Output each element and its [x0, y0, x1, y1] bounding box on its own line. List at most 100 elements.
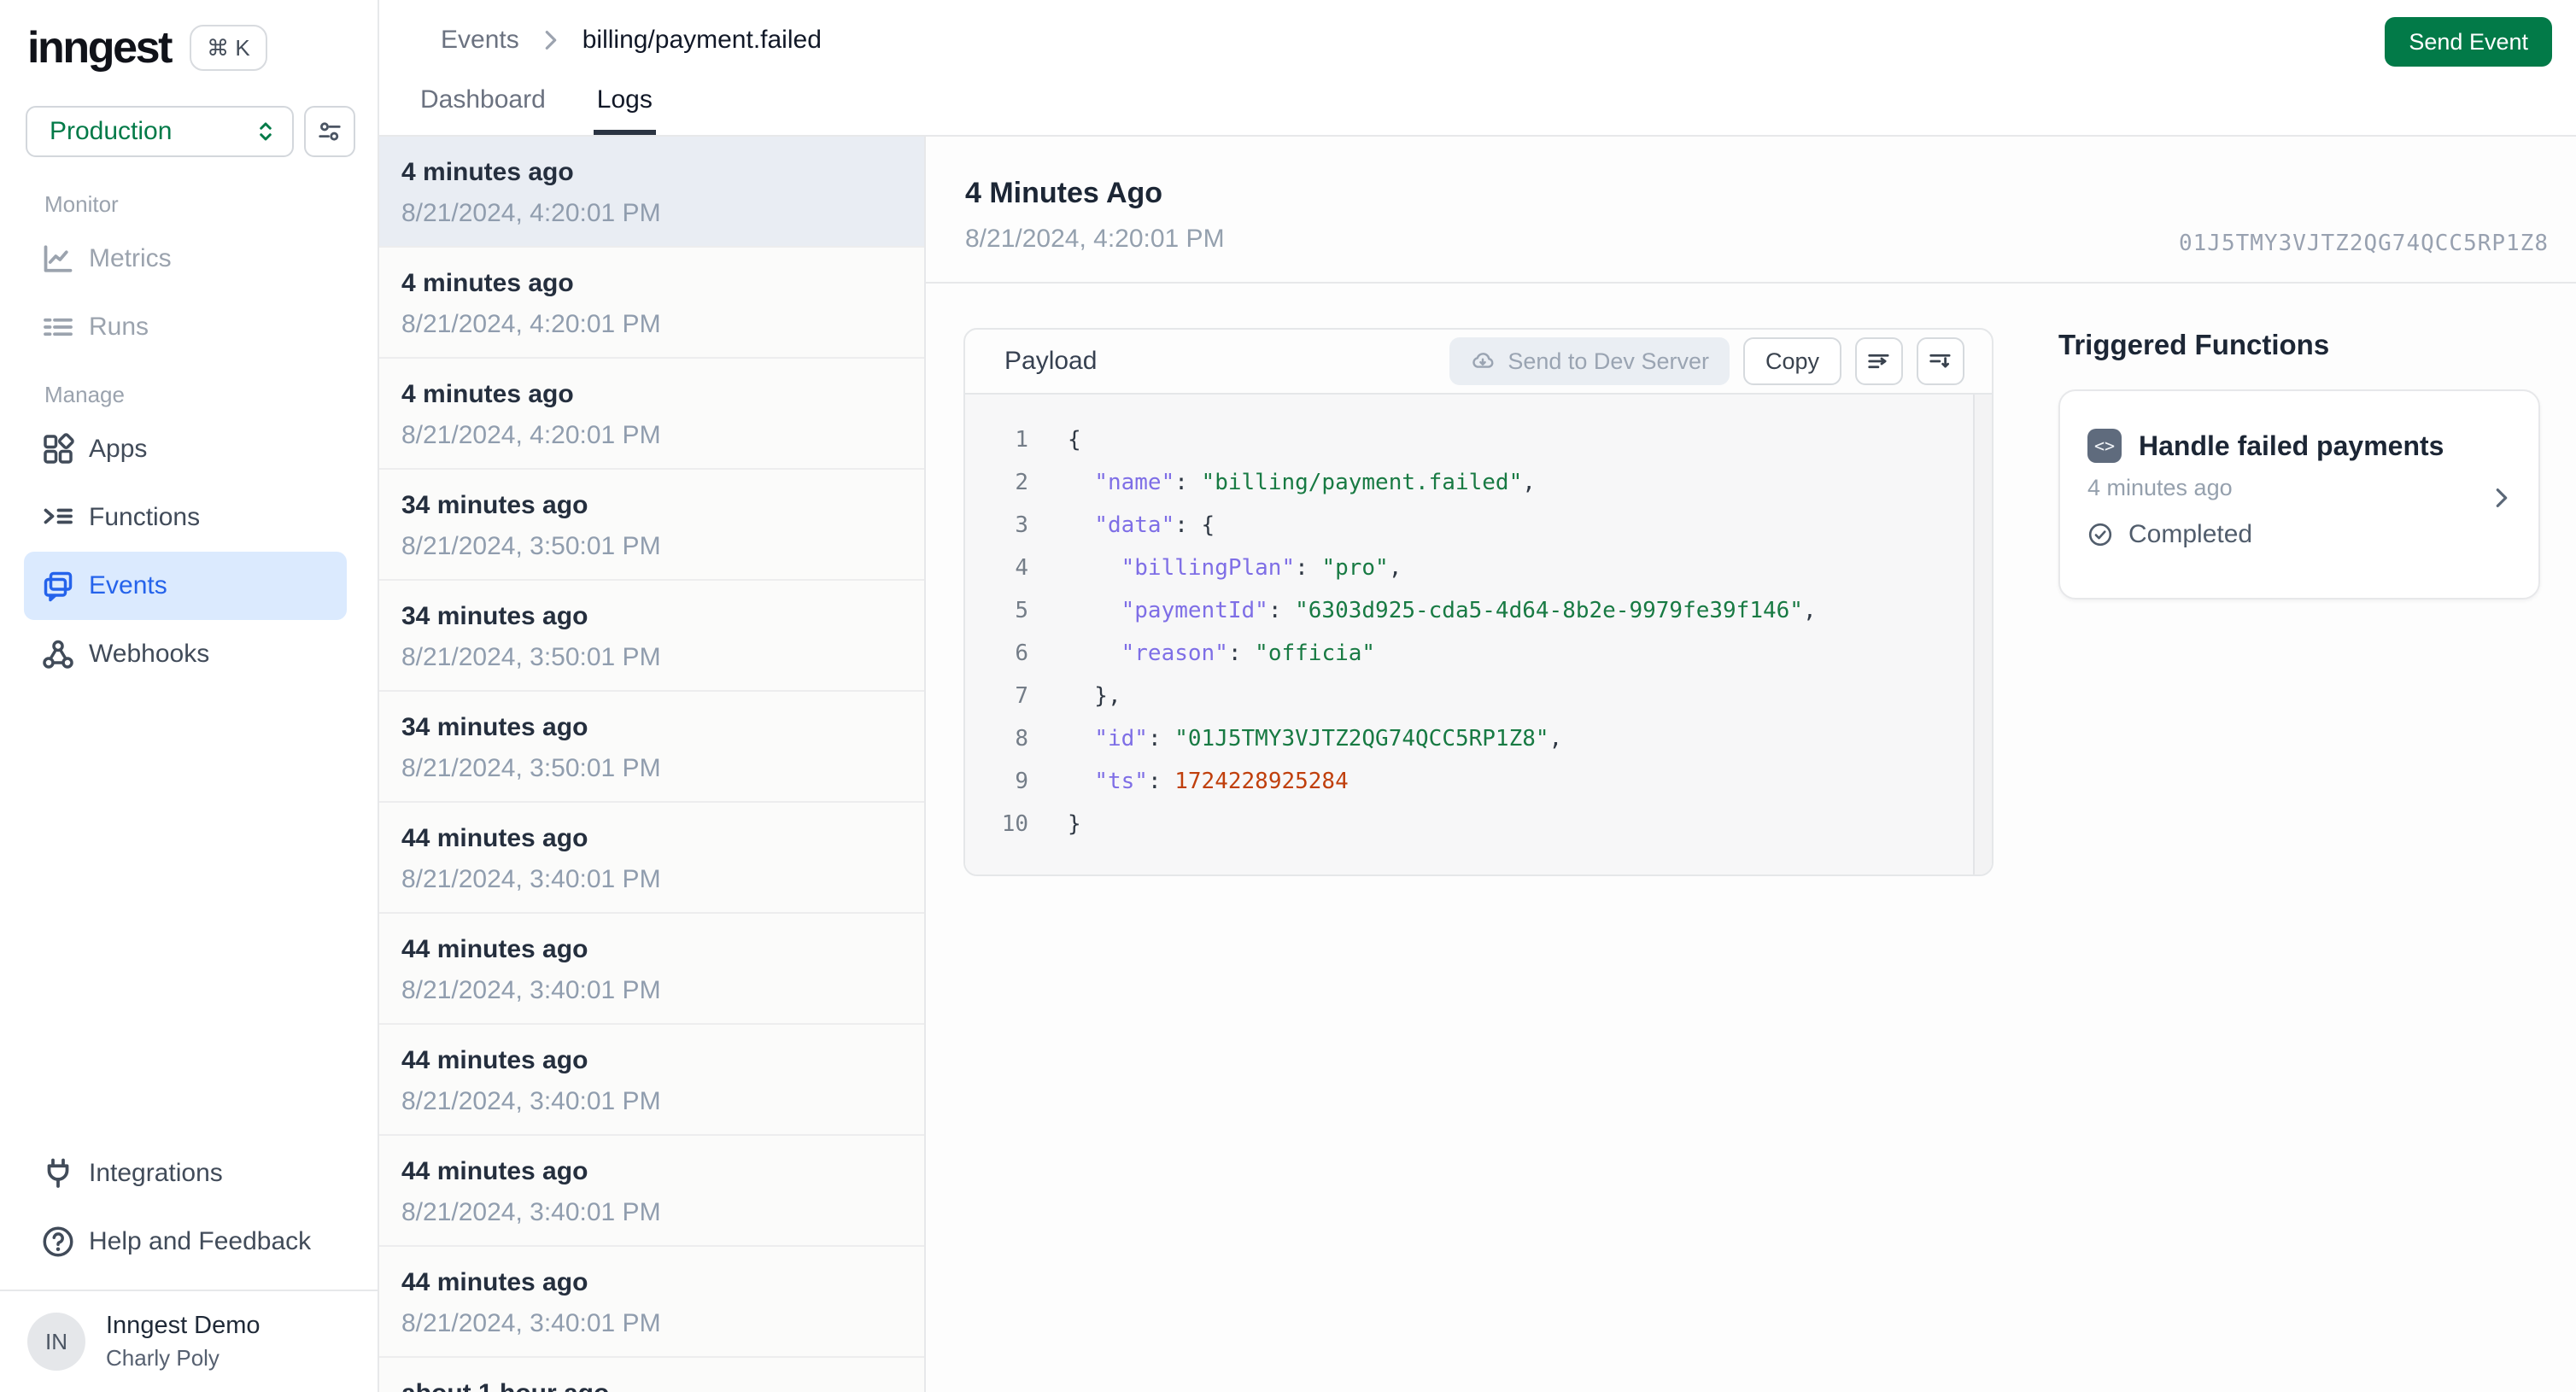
json-key: "ts": [1094, 769, 1148, 794]
environment-settings-button[interactable]: [304, 106, 355, 157]
json-punctuation: :: [1174, 470, 1202, 495]
line-number: 6: [1015, 640, 1028, 666]
event-list-item[interactable]: 4 minutes ago 8/21/2024, 4:20:01 PM: [379, 137, 924, 248]
tab-dashboard[interactable]: Dashboard: [417, 85, 549, 135]
user-org: Inngest Demo: [106, 1312, 261, 1339]
line-number: 1: [1015, 427, 1028, 453]
line-wrap-button[interactable]: [1917, 337, 1964, 385]
send-to-dev-server-button[interactable]: Send to Dev Server: [1449, 337, 1730, 385]
wrap-text-button[interactable]: [1855, 337, 1903, 385]
code-line: 5 "paymentId": "6303d925-cda5-4d64-8b2e-…: [965, 589, 1992, 632]
integrations-icon: [41, 1156, 75, 1190]
app: inngest ⌘ K Production Monitor Metrics R…: [0, 0, 2576, 1392]
event-list-item[interactable]: 44 minutes ago 8/21/2024, 3:40:01 PM: [379, 1247, 924, 1358]
breadcrumb-chevron-icon: [538, 27, 564, 53]
topbar: Events billing/payment.failed Dashboard L…: [379, 0, 2576, 137]
json-punctuation: ,: [1549, 726, 1563, 752]
json-punctuation: [1068, 470, 1094, 495]
event-list-item-date: 8/21/2024, 3:40:01 PM: [401, 1198, 661, 1226]
json-punctuation: [1068, 512, 1094, 538]
cloud-download-icon: [1470, 348, 1496, 374]
environment-selector[interactable]: Production: [26, 106, 294, 157]
json-number: 1724228925284: [1174, 769, 1349, 794]
sidebar-item-integrations[interactable]: Integrations: [24, 1139, 347, 1208]
json-key: "billingPlan": [1121, 555, 1296, 581]
code-line: 10 }: [965, 803, 1992, 845]
event-list-item-date: 8/21/2024, 3:40:01 PM: [401, 865, 661, 893]
sidebar-item-apps[interactable]: Apps: [24, 415, 347, 483]
user-menu[interactable]: IN Inngest Demo Charly Poly: [0, 1291, 378, 1392]
line-number: 7: [1015, 683, 1028, 709]
json-punctuation: },: [1068, 683, 1121, 709]
sliders-icon: [317, 119, 342, 144]
copy-button[interactable]: Copy: [1742, 337, 1841, 385]
json-punctuation: :: [1147, 726, 1175, 752]
sidebar-item-help-and-feedback[interactable]: Help and Feedback: [24, 1208, 347, 1276]
event-list-item-time: 4 minutes ago: [401, 269, 574, 297]
command-k-shortcut[interactable]: ⌘ K: [190, 25, 267, 71]
event-list-item[interactable]: about 1 hour ago: [379, 1358, 924, 1392]
line-number: 9: [1015, 769, 1028, 794]
code-line: 2 "name": "billing/payment.failed",: [965, 461, 1992, 504]
avatar-initials: IN: [45, 1328, 67, 1354]
json-punctuation: ,: [1802, 598, 1817, 623]
json-string: "officia": [1255, 640, 1376, 666]
event-list-item[interactable]: 34 minutes ago 8/21/2024, 3:50:01 PM: [379, 692, 924, 803]
event-list-item-time: about 1 hour ago: [401, 1377, 897, 1392]
help-icon: [41, 1225, 75, 1259]
code-line: 8 "id": "01J5TMY3VJTZ2QG74QCC5RP1Z8",: [965, 717, 1992, 760]
line-number: 8: [1015, 726, 1028, 752]
main: Events billing/payment.failed Dashboard L…: [379, 0, 2576, 1392]
apps-icon: [41, 432, 75, 466]
send-to-dev-server-label: Send to Dev Server: [1508, 348, 1709, 374]
json-punctuation: :: [1227, 640, 1256, 666]
payload-card-header: Payload Send to Dev Server Copy: [965, 330, 1992, 395]
event-log-list[interactable]: 4 minutes ago 8/21/2024, 4:20:01 PM 4 mi…: [379, 137, 926, 1392]
code-line: 9 "ts": 1724228925284: [965, 760, 1992, 803]
event-list-item[interactable]: 34 minutes ago 8/21/2024, 3:50:01 PM: [379, 581, 924, 692]
event-list-item[interactable]: 44 minutes ago 8/21/2024, 3:40:01 PM: [379, 914, 924, 1025]
json-string: "6303d925-cda5-4d64-8b2e-9979fe39f146": [1295, 598, 1803, 623]
json-string: "billing/payment.failed": [1201, 470, 1523, 495]
sidebar-item-events[interactable]: Events: [24, 552, 347, 620]
event-list-item[interactable]: 34 minutes ago 8/21/2024, 3:50:01 PM: [379, 470, 924, 581]
json-key: "id": [1094, 726, 1148, 752]
command-k-label: ⌘ K: [207, 34, 250, 61]
send-event-button[interactable]: Send Event: [2385, 17, 2552, 67]
breadcrumb-events-link[interactable]: Events: [441, 26, 519, 55]
json-key: "paymentId": [1121, 598, 1268, 623]
chevron-right-icon[interactable]: [2489, 485, 2515, 511]
sidebar-item-metrics[interactable]: Metrics: [24, 225, 347, 293]
webhooks-icon: [41, 637, 75, 671]
triggered-function-time: 4 minutes ago: [2087, 475, 2233, 500]
event-list-item[interactable]: 4 minutes ago 8/21/2024, 4:20:01 PM: [379, 359, 924, 470]
json-punctuation: [1068, 555, 1121, 581]
event-detail-header: 4 Minutes Ago 8/21/2024, 4:20:01 PM 01J5…: [926, 137, 2576, 284]
inngest-logo[interactable]: inngest: [27, 22, 173, 73]
event-list-item[interactable]: 44 minutes ago 8/21/2024, 3:40:01 PM: [379, 803, 924, 914]
event-list-item-time: 44 minutes ago: [401, 1046, 588, 1074]
sidebar: inngest ⌘ K Production Monitor Metrics R…: [0, 0, 379, 1392]
line-number: 5: [1015, 598, 1028, 623]
json-key: "data": [1094, 512, 1175, 538]
code-line: 3 "data": {: [965, 504, 1992, 547]
sidebar-item-functions[interactable]: Functions: [24, 483, 347, 552]
tab-logs[interactable]: Logs: [593, 85, 656, 135]
sidebar-item-runs[interactable]: Runs: [24, 293, 347, 361]
event-list-item-time: 44 minutes ago: [401, 1157, 588, 1185]
environment-row: Production: [0, 73, 378, 157]
sidebar-item-webhooks[interactable]: Webhooks: [24, 620, 347, 688]
sidebar-item-label: Events: [89, 571, 167, 599]
triggered-function-card[interactable]: <> Handle failed payments 4 minutes ago …: [2058, 389, 2540, 599]
event-list-item[interactable]: 44 minutes ago 8/21/2024, 3:40:01 PM: [379, 1136, 924, 1247]
function-code-icon: <>: [2087, 429, 2122, 463]
line-number: 3: [1015, 512, 1028, 538]
payload-code[interactable]: 1 { 2 "name": "billing/payment.failed", …: [965, 395, 1992, 874]
tabs: Dashboard Logs: [417, 85, 656, 135]
event-list-item[interactable]: 4 minutes ago 8/21/2024, 4:20:01 PM: [379, 248, 924, 359]
json-punctuation: [1068, 598, 1121, 623]
logo-row: inngest ⌘ K: [0, 0, 378, 73]
event-list-item-time: 34 minutes ago: [401, 713, 588, 741]
event-list-item[interactable]: 44 minutes ago 8/21/2024, 3:40:01 PM: [379, 1025, 924, 1136]
code-scrollbar[interactable]: [1973, 395, 1992, 874]
